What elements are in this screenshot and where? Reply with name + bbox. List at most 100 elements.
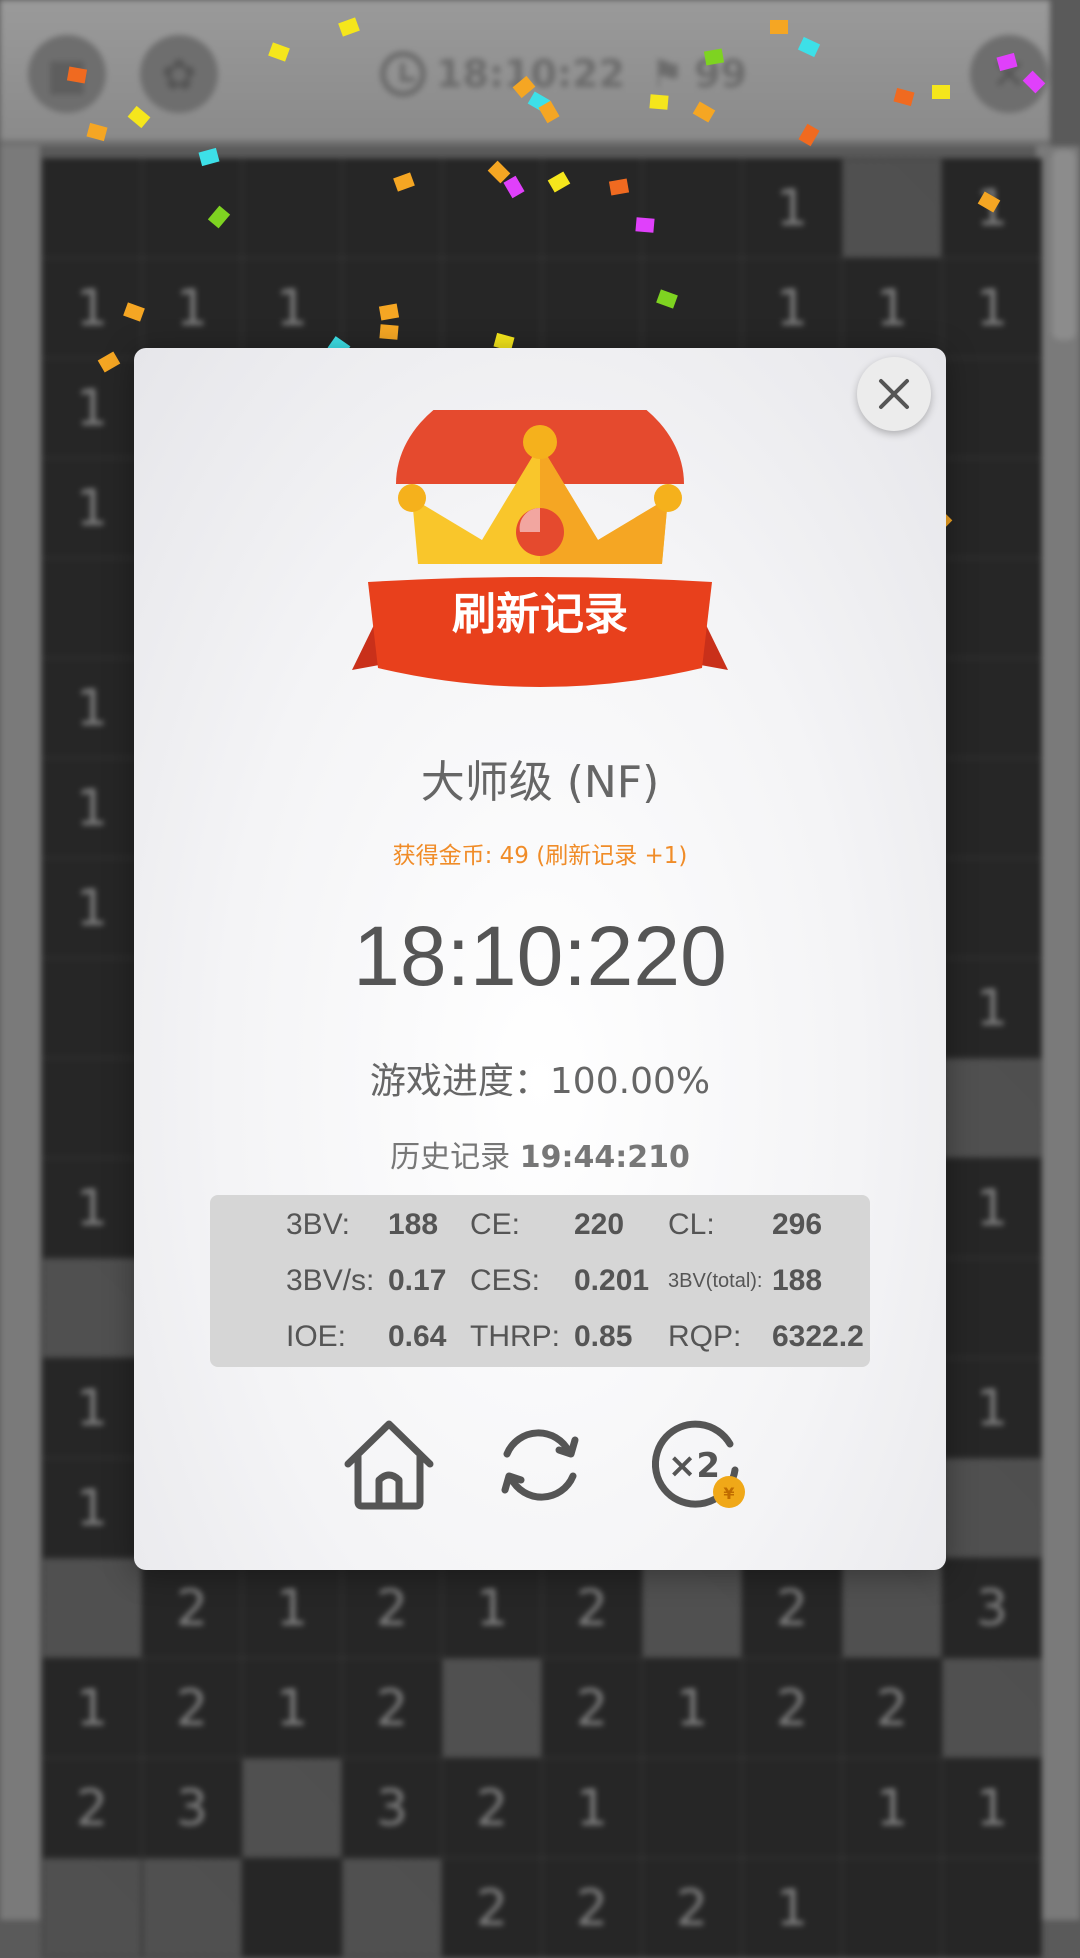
board-cell[interactable]: 2 xyxy=(642,1858,742,1958)
board-cell[interactable]: 1 xyxy=(642,1658,742,1758)
board-cell-hidden[interactable] xyxy=(842,1558,942,1658)
board-cell[interactable]: 1 xyxy=(42,1158,142,1258)
board-cell[interactable]: 2 xyxy=(542,1558,642,1658)
board-cell[interactable]: 2 xyxy=(142,1658,242,1758)
board-cell[interactable] xyxy=(42,958,142,1058)
board-cell[interactable] xyxy=(42,158,142,258)
stat-value-cl: 296 xyxy=(772,1208,823,1241)
board-cell[interactable]: 2 xyxy=(842,1658,942,1758)
double-coins-button[interactable]: ×2 ¥ xyxy=(642,1410,752,1520)
toolbar-right-button[interactable]: ✕ xyxy=(970,35,1048,113)
close-icon xyxy=(879,379,909,409)
board-cell[interactable]: 1 xyxy=(42,1458,142,1558)
board-cell[interactable]: 2 xyxy=(442,1858,542,1958)
board-cell[interactable]: 1 xyxy=(42,258,142,358)
board-cell[interactable]: 2 xyxy=(542,1858,642,1958)
clock-icon xyxy=(380,51,426,97)
board-cell[interactable]: 1 xyxy=(242,1558,342,1658)
home-button[interactable] xyxy=(334,1410,444,1520)
board-cell[interactable]: 2 xyxy=(142,1558,242,1658)
board-cell[interactable] xyxy=(942,1858,1042,1958)
board-cell[interactable]: 1 xyxy=(42,358,142,458)
board-cell[interactable]: 1 xyxy=(842,258,942,358)
board-cell[interactable] xyxy=(542,158,642,258)
board-cell[interactable] xyxy=(942,358,1042,458)
menu-button[interactable]: ▦ xyxy=(28,35,106,113)
board-cell[interactable]: 1 xyxy=(242,1658,342,1758)
board-cell[interactable] xyxy=(942,758,1042,858)
board-cell[interactable]: 1 xyxy=(542,1758,642,1858)
board-cell[interactable] xyxy=(142,158,242,258)
board-cell[interactable] xyxy=(42,558,142,658)
board-cell[interactable] xyxy=(942,858,1042,958)
board-cell-hidden[interactable] xyxy=(42,1258,142,1358)
board-scrollbar[interactable] xyxy=(1052,150,1076,340)
board-cell[interactable] xyxy=(642,1758,742,1858)
board-cell[interactable] xyxy=(842,1858,942,1958)
board-cell[interactable]: 2 xyxy=(342,1558,442,1658)
board-cell[interactable]: 3 xyxy=(342,1758,442,1858)
board-cell-hidden[interactable] xyxy=(942,1058,1042,1158)
board-cell[interactable] xyxy=(342,158,442,258)
board-cell[interactable] xyxy=(542,258,642,358)
board-cell-hidden[interactable] xyxy=(142,1858,242,1958)
board-cell[interactable]: 2 xyxy=(442,1758,542,1858)
board-cell[interactable]: 3 xyxy=(142,1758,242,1858)
board-cell[interactable]: 1 xyxy=(942,1358,1042,1458)
board-cell[interactable]: 1 xyxy=(942,958,1042,1058)
history-label: 历史记录 xyxy=(390,1140,520,1175)
settings-button[interactable]: ✿ xyxy=(140,35,218,113)
board-cell[interactable] xyxy=(442,158,542,258)
board-cell-hidden[interactable] xyxy=(942,1658,1042,1758)
board-cell[interactable] xyxy=(742,1758,842,1858)
board-cell-hidden[interactable] xyxy=(642,1558,742,1658)
board-cell-hidden[interactable] xyxy=(842,158,942,258)
stat-label-3bv: 3BV: xyxy=(286,1208,350,1241)
board-cell[interactable]: 1 xyxy=(742,1858,842,1958)
board-cell[interactable]: 2 xyxy=(342,1658,442,1758)
board-cell[interactable]: 1 xyxy=(842,1758,942,1858)
board-cell-hidden[interactable] xyxy=(942,1458,1042,1558)
board-cell[interactable]: 1 xyxy=(42,1658,142,1758)
board-cell[interactable] xyxy=(342,258,442,358)
board-cell[interactable]: 1 xyxy=(442,1558,542,1658)
board-cell[interactable] xyxy=(242,1858,342,1958)
board-cell[interactable]: 1 xyxy=(942,1758,1042,1858)
board-cell[interactable]: 2 xyxy=(742,1558,842,1658)
board-cell-hidden[interactable] xyxy=(242,1758,342,1858)
board-cell[interactable]: 1 xyxy=(42,458,142,558)
stats-row: 3BV/s: 0.17 CES: 0.201 3BV(total): 188 xyxy=(210,1255,910,1307)
board-cell[interactable] xyxy=(642,258,742,358)
board-cell[interactable]: 1 xyxy=(142,258,242,358)
board-cell[interactable]: 1 xyxy=(42,658,142,758)
board-cell[interactable] xyxy=(942,558,1042,658)
board-cell[interactable]: 1 xyxy=(42,858,142,958)
board-cell[interactable]: 1 xyxy=(742,158,842,258)
board-cell[interactable]: 3 xyxy=(942,1558,1042,1658)
board-cell[interactable] xyxy=(942,658,1042,758)
board-cell-hidden[interactable] xyxy=(442,1658,542,1758)
board-cell-hidden[interactable] xyxy=(342,1858,442,1958)
restart-button[interactable] xyxy=(485,1410,595,1520)
board-cell[interactable] xyxy=(942,1258,1042,1358)
board-cell-hidden[interactable] xyxy=(42,1858,142,1958)
board-cell[interactable]: 1 xyxy=(742,258,842,358)
board-cell[interactable]: 2 xyxy=(742,1658,842,1758)
home-icon xyxy=(344,1420,434,1510)
board-cell[interactable]: 2 xyxy=(42,1758,142,1858)
board-cell[interactable] xyxy=(242,158,342,258)
board-cell[interactable] xyxy=(942,458,1042,558)
board-cell[interactable]: 1 xyxy=(42,1358,142,1458)
board-cell[interactable]: 1 xyxy=(942,158,1042,258)
board-cell[interactable]: 2 xyxy=(542,1658,642,1758)
board-cell[interactable]: 1 xyxy=(242,258,342,358)
board-cell[interactable] xyxy=(642,158,742,258)
board-cell-hidden[interactable] xyxy=(42,1558,142,1658)
board-cell[interactable] xyxy=(442,258,542,358)
board-cell[interactable] xyxy=(42,1058,142,1158)
board-cell[interactable]: 1 xyxy=(942,1158,1042,1258)
board-cell[interactable]: 1 xyxy=(42,758,142,858)
board-cell[interactable]: 1 xyxy=(942,258,1042,358)
close-button[interactable] xyxy=(857,357,931,431)
history-record: 历史记录 19:44:210 xyxy=(134,1132,946,1176)
